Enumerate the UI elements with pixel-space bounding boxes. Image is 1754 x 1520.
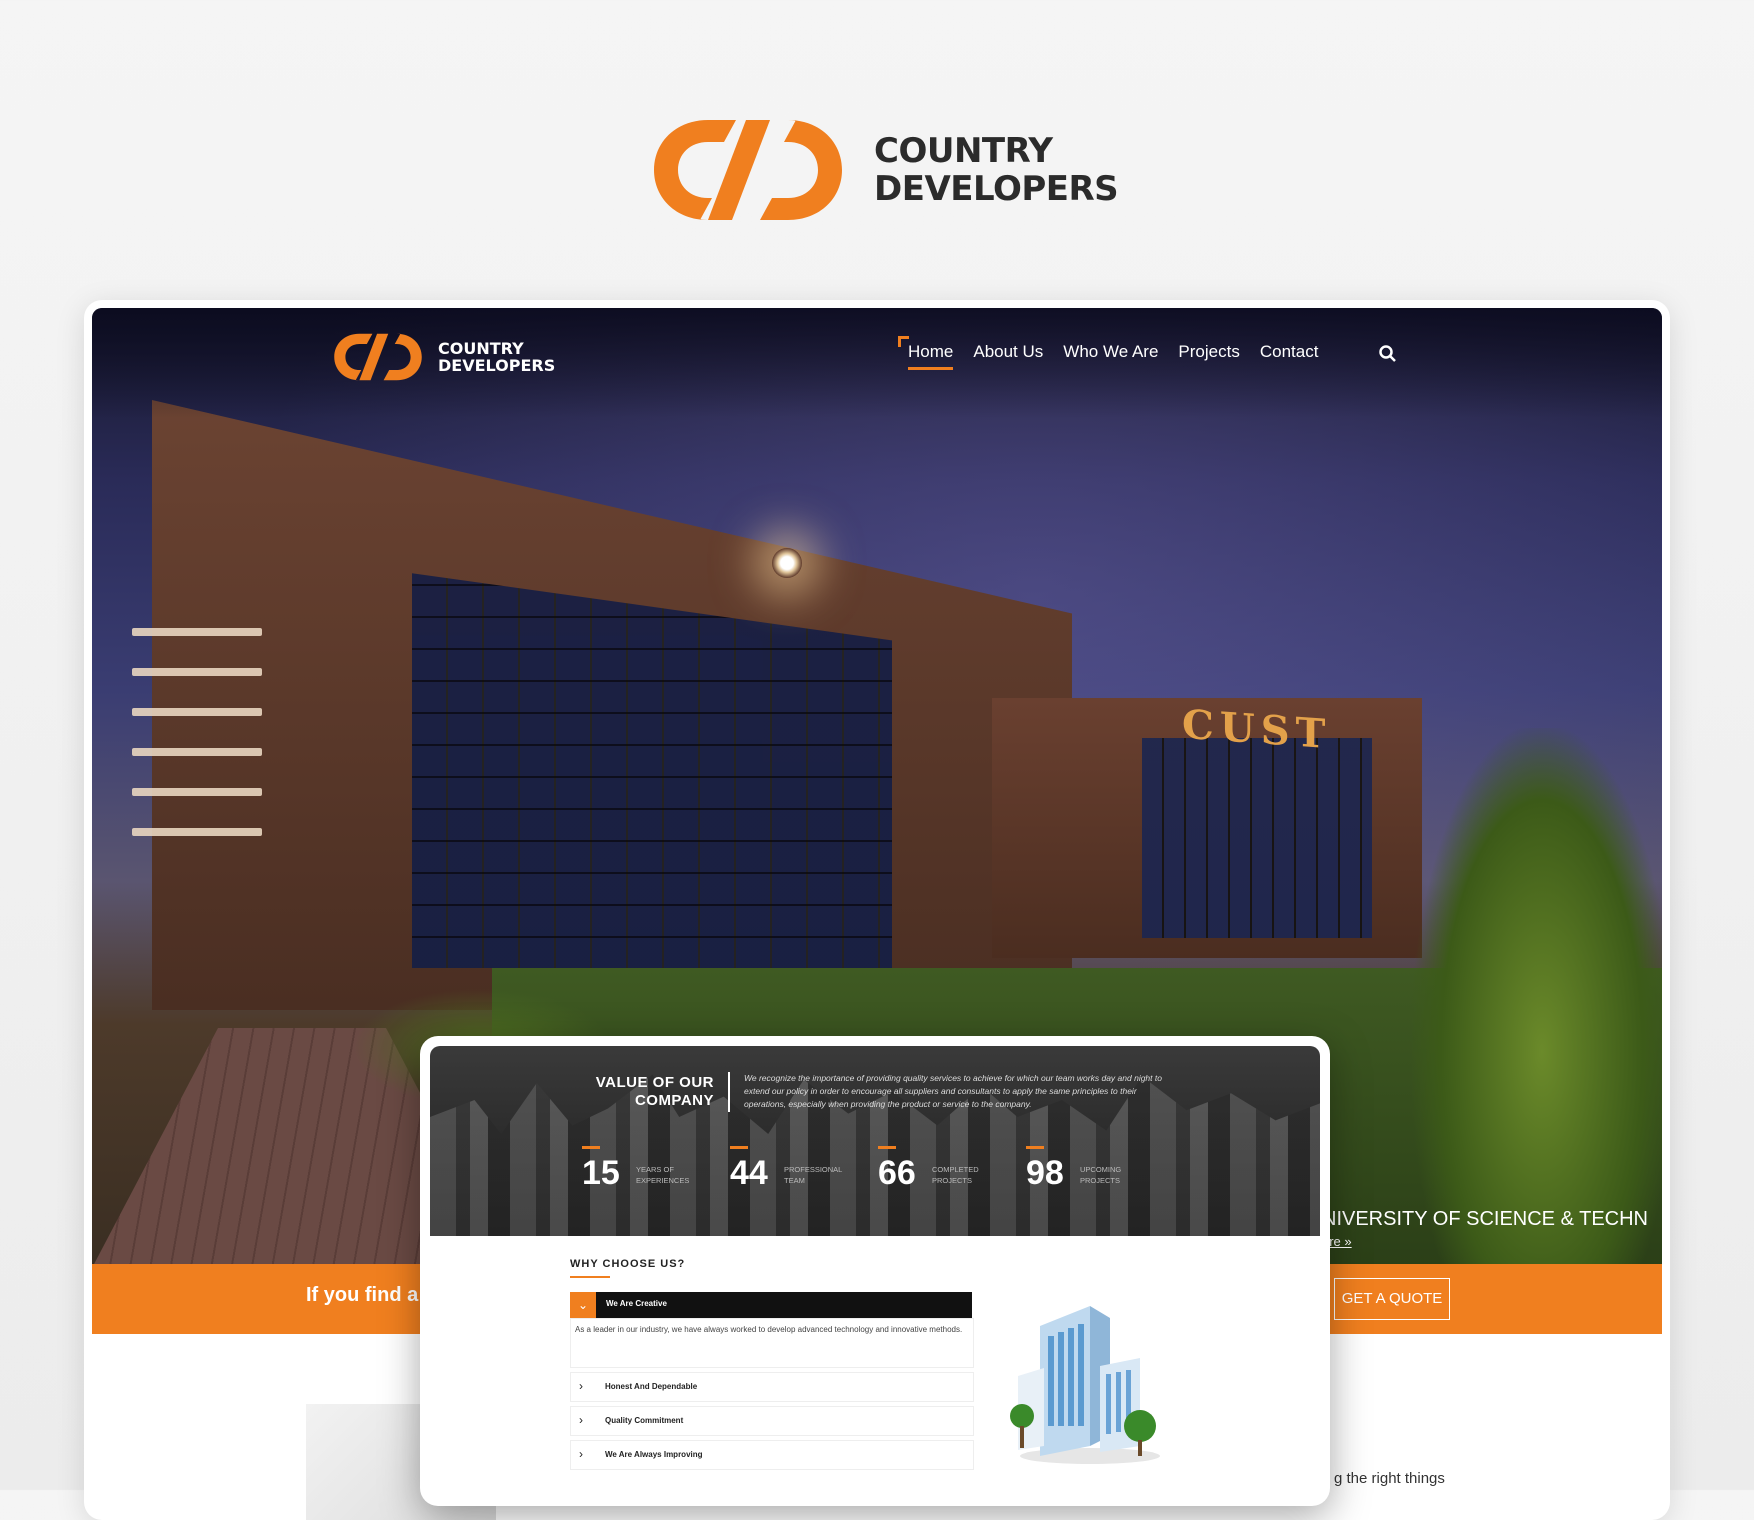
facade-stripe (132, 708, 262, 716)
stat-value: 98 (1026, 1154, 1064, 1192)
stat-label: COMPLETED PROJECTS (932, 1165, 979, 1185)
cta-text: If you find a (306, 1284, 419, 1306)
stats-description: We recognize the importance of providing… (744, 1073, 1162, 1109)
accordion-body: As a leader in our industry, we have alw… (570, 1318, 974, 1368)
hero-caption: NIVERSITY OF SCIENCE & TECHN (1322, 1208, 1648, 1230)
facade-stripe (132, 748, 262, 756)
nav-contact[interactable]: Contact (1260, 342, 1319, 370)
stats-section: VALUE OF OUR COMPANY We recognize the im… (430, 1046, 1320, 1236)
company-value-preview: VALUE OF OUR COMPANY We recognize the im… (420, 1036, 1330, 1506)
nav-home[interactable]: Home (897, 336, 954, 370)
brand-logo: COUNTRY DEVELOPERS (650, 112, 1119, 228)
stat-value: 15 (582, 1154, 620, 1192)
stat-team: 44 PROFESSIONAL TEAM (730, 1146, 870, 1196)
facade-stripe (132, 788, 262, 796)
city-buildings-icon (1010, 1306, 1160, 1464)
site-logo-line2: DEVELOPERS (438, 356, 556, 375)
plants (1412, 728, 1662, 1264)
brand-line1: COUNTRY (874, 131, 1053, 171)
stat-accent (878, 1146, 896, 1149)
accordion-item-open[interactable]: ⌄ We Are Creative (570, 1292, 972, 1318)
stat-upcoming: 98 UPCOMING PROJECTS (1026, 1146, 1166, 1196)
facade-stripe (132, 628, 262, 636)
site-logo-icon (334, 333, 422, 381)
stat-accent (582, 1146, 600, 1149)
facade-stripe (132, 668, 262, 676)
title-underline (570, 1276, 610, 1278)
accordion-title: Honest And Dependable (605, 1382, 698, 1391)
main-menu: Home About Us Who We Are Projects Contac… (897, 336, 1319, 370)
stats-title: VALUE OF OUR COMPANY (595, 1074, 714, 1109)
accordion-item[interactable]: › Quality Commitment (570, 1406, 974, 1436)
get-a-quote-button[interactable]: GET A QUOTE (1334, 1278, 1450, 1320)
glass-facade-right (1142, 738, 1372, 938)
accordion-title: We Are Always Improving (605, 1450, 703, 1459)
chevron-right-icon: › (579, 1447, 583, 1461)
stat-accent (730, 1146, 748, 1149)
nav-projects[interactable]: Projects (1178, 342, 1239, 370)
brand-line2: DEVELOPERS (874, 169, 1119, 209)
lamp-flare (772, 548, 802, 578)
accordion-title: We Are Creative (606, 1299, 667, 1308)
stats-divider (728, 1072, 730, 1112)
stat-completed: 66 COMPLETED PROJECTS (878, 1146, 1018, 1196)
site-logo[interactable]: COUNTRY DEVELOPERS (332, 330, 555, 384)
stat-label: UPCOMING PROJECTS (1080, 1165, 1122, 1185)
nav-who-we-are[interactable]: Who We Are (1063, 342, 1158, 370)
accordion-title: Quality Commitment (605, 1416, 684, 1425)
chevron-right-icon: › (579, 1413, 583, 1427)
stat-value: 66 (878, 1154, 916, 1192)
chevron-down-icon: ⌄ (570, 1292, 596, 1318)
search-icon[interactable] (1378, 344, 1398, 364)
stat-label: PROFESSIONAL TEAM (784, 1165, 843, 1185)
site-logo-line1: COUNTRY (438, 339, 524, 358)
brand-mark-icon (654, 120, 842, 220)
header-nav: COUNTRY DEVELOPERS Home About Us Who We … (92, 308, 1662, 418)
chevron-right-icon: › (579, 1379, 583, 1393)
section-text: g the right things (1334, 1470, 1445, 1487)
stat-years: 15 YEARS OF EXPERIENCES (582, 1146, 722, 1196)
stat-accent (1026, 1146, 1044, 1149)
stat-value: 44 (730, 1154, 768, 1192)
accordion-item[interactable]: › Honest And Dependable (570, 1372, 974, 1402)
accordion-item[interactable]: › We Are Always Improving (570, 1440, 974, 1470)
nav-about-us[interactable]: About Us (973, 342, 1043, 370)
stat-label: YEARS OF EXPERIENCES (636, 1165, 690, 1185)
why-choose-title: WHY CHOOSE US? (570, 1258, 686, 1270)
facade-stripe (132, 828, 262, 836)
